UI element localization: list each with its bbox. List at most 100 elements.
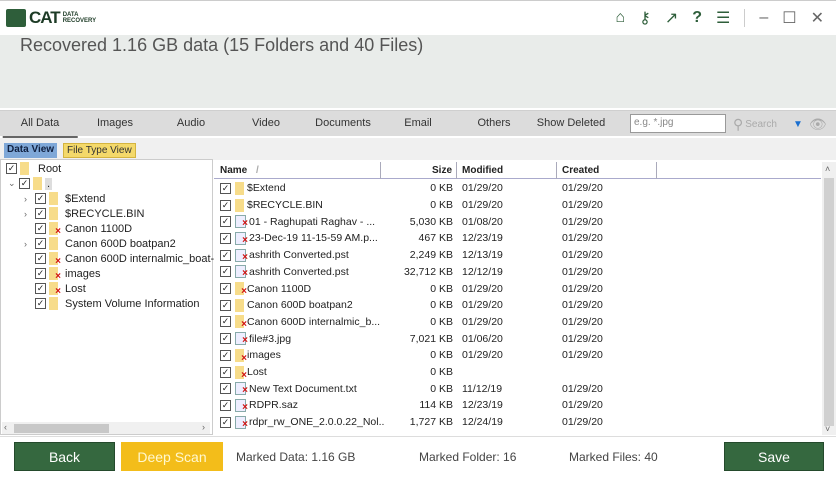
tree-item[interactable]: ✓ × Canon 1100D bbox=[24, 222, 132, 237]
checkbox[interactable]: ✓ bbox=[220, 416, 231, 428]
tab-data-view[interactable]: Data View bbox=[4, 143, 58, 158]
checkbox[interactable]: ✓ bbox=[220, 266, 231, 278]
column-name[interactable]: Name bbox=[220, 165, 247, 176]
table-row[interactable]: ✓ × Canon 600D internalmic_b... 0 KB 01/… bbox=[214, 314, 821, 331]
checkbox[interactable]: ✓ bbox=[35, 253, 46, 264]
checkbox[interactable]: ✓ bbox=[35, 298, 46, 309]
tree-item[interactable]: ✓ System Volume Information bbox=[24, 297, 200, 310]
chevron-right-icon[interactable]: › bbox=[24, 239, 32, 249]
column-size[interactable]: Size bbox=[432, 165, 452, 176]
checkbox[interactable]: ✓ bbox=[220, 249, 231, 261]
checkbox[interactable]: ✓ bbox=[220, 383, 231, 395]
table-row[interactable]: ✓ × Lost 0 KB bbox=[214, 364, 821, 381]
file-size: 0 KB bbox=[430, 382, 453, 395]
table-row[interactable]: ✓ × New Text Document.txt 0 KB 11/12/19 … bbox=[214, 380, 821, 397]
tab-show-deleted[interactable]: Show Deleted bbox=[537, 117, 606, 129]
tree-label: . bbox=[45, 177, 53, 190]
scrollbar-thumb[interactable] bbox=[14, 424, 109, 433]
table-row[interactable]: ✓ $Extend 0 KB 01/29/20 01/29/20 bbox=[214, 180, 821, 197]
checkbox[interactable]: ✓ bbox=[35, 268, 46, 279]
tab-documents[interactable]: Documents bbox=[315, 117, 371, 129]
table-row[interactable]: ✓ × images 0 KB 01/29/20 01/29/20 bbox=[214, 347, 821, 364]
tree-item-drive[interactable]: ⌄ ✓ . bbox=[8, 177, 53, 190]
table-row[interactable]: ✓ × RDPR.saz 114 KB 12/23/19 01/29/20 bbox=[214, 397, 821, 414]
tab-others[interactable]: Others bbox=[477, 117, 510, 129]
column-modified[interactable]: Modified bbox=[462, 165, 503, 176]
table-row[interactable]: ✓ × ashrith Converted.pst 32,712 KB 12/1… bbox=[214, 264, 821, 281]
checkbox[interactable]: ✓ bbox=[35, 208, 46, 219]
checkbox[interactable]: ✓ bbox=[35, 283, 46, 294]
file-name: rdpr_rw_ONE_2.0.0.22_Nol... bbox=[249, 416, 384, 429]
minimize-icon[interactable]: – bbox=[759, 9, 768, 27]
tree-item[interactable]: › ✓ $Extend bbox=[24, 192, 105, 205]
scroll-left-icon[interactable]: ‹ bbox=[4, 422, 7, 432]
scroll-down-icon[interactable]: ˅ bbox=[825, 424, 830, 434]
key-icon[interactable]: ⚷ bbox=[639, 8, 651, 28]
checkbox[interactable]: ✓ bbox=[220, 216, 231, 228]
logo-icon bbox=[6, 9, 26, 27]
search-button[interactable]: ⚲ Search ▼ 👁 bbox=[733, 116, 827, 133]
checkbox[interactable]: ✓ bbox=[220, 182, 231, 194]
tab-email[interactable]: Email bbox=[404, 117, 432, 129]
tree-item[interactable]: › ✓ $RECYCLE.BIN bbox=[24, 207, 144, 220]
chevron-right-icon[interactable]: › bbox=[24, 209, 32, 219]
folder-icon bbox=[49, 237, 58, 250]
search-input[interactable]: e.g. *.jpg bbox=[630, 114, 726, 133]
tree-item[interactable]: ✓ × Canon 600D internalmic_boat- bbox=[24, 252, 214, 267]
checkbox[interactable]: ✓ bbox=[220, 399, 231, 411]
table-row[interactable]: ✓ Canon 600D boatpan2 0 KB 01/29/20 01/2… bbox=[214, 297, 821, 314]
table-row[interactable]: ✓ × ashrith Converted.pst 2,249 KB 12/13… bbox=[214, 247, 821, 264]
tab-all-data[interactable]: All Data bbox=[2, 117, 77, 138]
chevron-right-icon[interactable]: › bbox=[24, 194, 32, 204]
table-row[interactable]: ✓ × file#3.jpg 7,021 KB 01/06/20 01/29/2… bbox=[214, 330, 821, 347]
eye-icon[interactable]: 👁 bbox=[809, 116, 827, 133]
tree-item-root[interactable]: ✓ Root bbox=[6, 162, 61, 175]
table-row[interactable]: ✓ × rdpr_rw_ONE_2.0.0.22_Nol... 1,727 KB… bbox=[214, 414, 821, 431]
checkbox[interactable]: ✓ bbox=[220, 299, 231, 311]
deep-scan-button[interactable]: Deep Scan bbox=[121, 442, 223, 471]
checkbox[interactable]: ✓ bbox=[220, 366, 231, 378]
back-button[interactable]: Back bbox=[14, 442, 115, 471]
column-created[interactable]: Created bbox=[562, 165, 599, 176]
tab-images[interactable]: Images bbox=[97, 117, 133, 129]
help-icon[interactable]: ? bbox=[692, 9, 702, 27]
file-size: 467 KB bbox=[418, 232, 453, 245]
tree-item[interactable]: ✓ × images bbox=[24, 267, 100, 282]
folder-icon bbox=[49, 297, 58, 310]
tab-video[interactable]: Video bbox=[252, 117, 280, 129]
save-button[interactable]: Save bbox=[724, 442, 824, 471]
checkbox[interactable]: ✓ bbox=[19, 178, 30, 189]
table-row[interactable]: ✓ × 01 - Raghupati Raghav - ... 5,030 KB… bbox=[214, 213, 821, 230]
checkbox[interactable]: ✓ bbox=[220, 199, 231, 211]
checkbox[interactable]: ✓ bbox=[35, 193, 46, 204]
tab-audio[interactable]: Audio bbox=[177, 117, 205, 129]
checkbox[interactable]: ✓ bbox=[220, 316, 231, 328]
chevron-down-icon[interactable]: ⌄ bbox=[8, 178, 16, 189]
maximize-icon[interactable]: ☐ bbox=[782, 8, 796, 28]
file-size: 0 KB bbox=[430, 299, 453, 312]
tab-file-type-view[interactable]: File Type View bbox=[63, 143, 136, 158]
dropdown-icon[interactable]: ▼ bbox=[793, 119, 803, 130]
divider bbox=[556, 162, 557, 179]
menu-icon[interactable]: ☰ bbox=[716, 8, 730, 28]
folder-icon bbox=[235, 198, 244, 212]
checkbox[interactable]: ✓ bbox=[220, 349, 231, 361]
checkbox[interactable]: ✓ bbox=[35, 238, 46, 249]
scroll-right-icon[interactable]: › bbox=[202, 422, 205, 432]
close-icon[interactable]: ✕ bbox=[811, 8, 824, 28]
checkbox[interactable]: ✓ bbox=[220, 283, 231, 295]
checkbox[interactable]: ✓ bbox=[220, 333, 231, 345]
scroll-up-icon[interactable]: ˄ bbox=[825, 164, 830, 174]
table-row[interactable]: ✓ × 23-Dec-19 11-15-59 AM.p... 467 KB 12… bbox=[214, 230, 821, 247]
table-row[interactable]: ✓ × Canon 1100D 0 KB 01/29/20 01/29/20 bbox=[214, 280, 821, 297]
home-icon[interactable]: ⌂ bbox=[615, 9, 625, 27]
deleted-file-icon: × bbox=[235, 382, 248, 396]
tree-item[interactable]: › ✓ Canon 600D boatpan2 bbox=[24, 237, 176, 250]
checkbox[interactable]: ✓ bbox=[35, 223, 46, 234]
arrow-up-right-icon[interactable]: ↗ bbox=[665, 8, 678, 28]
table-row[interactable]: ✓ $RECYCLE.BIN 0 KB 01/29/20 01/29/20 bbox=[214, 197, 821, 214]
checkbox[interactable]: ✓ bbox=[220, 232, 231, 244]
scrollbar-thumb[interactable] bbox=[824, 178, 834, 426]
checkbox[interactable]: ✓ bbox=[6, 163, 17, 174]
tree-item[interactable]: ✓ × Lost bbox=[24, 282, 86, 297]
